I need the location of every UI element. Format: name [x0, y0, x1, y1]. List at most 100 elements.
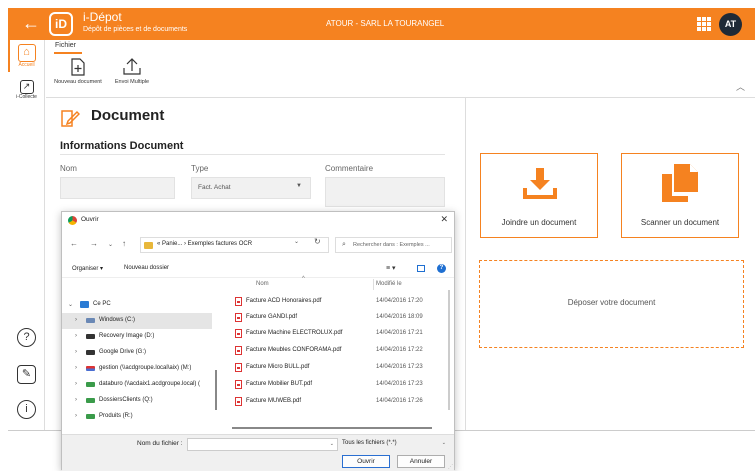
- dialog-footer: Nom du fichier : ⌄ Tous les fichiers (*.…: [62, 434, 454, 471]
- new-document-icon: [71, 58, 85, 76]
- column-separator[interactable]: [373, 279, 374, 290]
- rail-item-accueil[interactable]: ⌂ Accueil: [8, 44, 45, 68]
- nom-input[interactable]: [60, 177, 175, 199]
- page-title: Document: [91, 107, 165, 124]
- rail-item-label: i-Collecte: [16, 94, 37, 100]
- tree-item[interactable]: › Windows (C:): [62, 313, 212, 329]
- back-arrow-icon[interactable]: ←: [70, 239, 78, 248]
- file-row[interactable]: Facture MUWEB.pdf 14/04/2016 17:26: [228, 394, 448, 410]
- help-icon[interactable]: ?: [17, 328, 36, 347]
- chevron-right-icon: ›: [75, 333, 77, 339]
- grid-icon[interactable]: [697, 17, 711, 31]
- dialog-titlebar[interactable]: Ouvrir ✕: [62, 212, 454, 230]
- tree-item[interactable]: › DossiersClients (Q:): [62, 393, 212, 409]
- horizontal-scrollbar[interactable]: [232, 427, 432, 429]
- tree-item-label: Windows (C:): [99, 317, 136, 323]
- filename-label: Nom du fichier :: [137, 440, 183, 447]
- preview-pane-icon[interactable]: [417, 265, 425, 272]
- network-drive-icon: [86, 398, 95, 403]
- tab-fichier[interactable]: Fichier: [55, 42, 76, 49]
- close-icon[interactable]: ✕: [440, 214, 448, 225]
- envoi-multiple-button[interactable]: Envoi Multiple: [110, 58, 154, 85]
- info-icon[interactable]: i: [17, 400, 36, 419]
- filename-input[interactable]: ⌄: [187, 438, 338, 451]
- app-logo: iD: [49, 12, 73, 36]
- file-row[interactable]: Facture Mobilier BUT.pdf 14/04/2016 17:2…: [228, 377, 448, 393]
- commentaire-label: Commentaire: [325, 164, 374, 173]
- file-date: 14/04/2016 18:09: [376, 314, 423, 320]
- chevron-right-icon: ›: [75, 381, 77, 387]
- file-date: 14/04/2016 17:22: [376, 347, 423, 353]
- rail-item-icollecte[interactable]: ↗ i-Collecte: [8, 80, 45, 100]
- folder-tree: ⌄ Ce PC › Windows (C:) › Recovery Image …: [62, 280, 217, 432]
- avatar[interactable]: AT: [719, 13, 742, 36]
- tree-scrollbar[interactable]: [215, 370, 217, 410]
- chevron-right-icon: ›: [75, 365, 77, 371]
- forward-arrow-icon[interactable]: →: [90, 239, 98, 248]
- chevron-up-icon[interactable]: ︿: [736, 80, 745, 93]
- nom-label: Nom: [60, 164, 77, 173]
- file-name: Facture ACD Honoraires.pdf: [246, 298, 322, 304]
- chevron-down-icon[interactable]: ⌄: [108, 241, 113, 248]
- file-name: Facture MUWEB.pdf: [246, 398, 302, 404]
- file-row[interactable]: Facture Micro BULL.pdf 14/04/2016 17:23: [228, 360, 448, 376]
- file-name: Facture Meubles CONFORAMA.pdf: [246, 347, 342, 353]
- file-row[interactable]: Facture GANDI.pdf 14/04/2016 18:09: [228, 310, 448, 326]
- tree-item[interactable]: › Produits (R:): [62, 409, 212, 425]
- chevron-down-icon: ⌄: [441, 440, 446, 446]
- column-header-name[interactable]: Nom: [256, 281, 269, 287]
- tab-underline: [54, 52, 82, 54]
- commentaire-input[interactable]: [325, 177, 445, 207]
- tree-item[interactable]: › gestion (\\acdgroupe.local\aix) (M:): [62, 361, 212, 377]
- pdf-file-icon: [235, 297, 242, 306]
- organize-button[interactable]: Organiser ▾: [72, 265, 103, 272]
- tree-item[interactable]: › Recovery Image (D:): [62, 329, 212, 345]
- tree-item[interactable]: › databuro (\\acdaix1.acdgroupe.local) (: [62, 377, 212, 393]
- edit-document-icon: [61, 110, 80, 127]
- pc-icon: [80, 301, 89, 308]
- file-name: Facture Micro BULL.pdf: [246, 364, 310, 370]
- path-dropdown-icon[interactable]: ⌄: [294, 238, 299, 245]
- tree-item[interactable]: › Google Drive (G:): [62, 345, 212, 361]
- scan-document-button[interactable]: Scanner un document: [621, 153, 739, 238]
- resize-grip-icon[interactable]: ⋰: [448, 464, 453, 470]
- address-path: « Panie... › Exemples factures OCR: [157, 241, 253, 247]
- type-select[interactable]: Fact. Achat ▼: [191, 177, 311, 199]
- drop-zone[interactable]: Déposer votre document: [479, 260, 744, 348]
- file-row[interactable]: Facture Meubles CONFORAMA.pdf 14/04/2016…: [228, 343, 448, 359]
- file-list-scrollbar[interactable]: [448, 290, 450, 410]
- join-document-button[interactable]: Joindre un document: [480, 153, 598, 238]
- new-document-button[interactable]: Nouveau document: [50, 58, 106, 85]
- drive-icon: [86, 350, 95, 355]
- top-bar: ← iD i-Dépot Dépôt de pièces et de docum…: [8, 8, 755, 40]
- refresh-icon[interactable]: ↻: [314, 237, 321, 246]
- column-header-modified[interactable]: Modifié le: [376, 281, 402, 287]
- filetype-select[interactable]: Tous les fichiers (*.*) ⌄: [342, 438, 448, 451]
- pdf-file-icon: [235, 313, 242, 322]
- file-row[interactable]: Facture ACD Honoraires.pdf 14/04/2016 17…: [228, 294, 448, 310]
- open-button[interactable]: Ouvrir: [342, 455, 390, 468]
- left-rail: ⌂ Accueil ↗ i-Collecte ? ✎ i: [8, 40, 45, 430]
- tree-item-label: databuro (\\acdaix1.acdgroupe.local) (: [99, 381, 201, 387]
- address-bar[interactable]: « Panie... › Exemples factures OCR: [140, 237, 329, 253]
- arrow-left-icon[interactable]: ←: [22, 13, 40, 34]
- chevron-right-icon: ›: [75, 413, 77, 419]
- sort-up-icon: ^: [302, 276, 305, 282]
- new-folder-button[interactable]: Nouveau dossier: [124, 265, 169, 271]
- help-icon[interactable]: ?: [437, 264, 446, 273]
- search-input[interactable]: ⌕ Rechercher dans : Exemples ...: [335, 237, 452, 253]
- ribbon: Fichier Nouveau document Envoi Multiple …: [46, 40, 755, 98]
- chat-icon[interactable]: ✎: [17, 365, 36, 384]
- scan-document-label: Scanner un document: [640, 218, 720, 227]
- chrome-icon: [68, 216, 77, 225]
- chevron-right-icon: ›: [75, 349, 77, 355]
- tree-item[interactable]: ⌄ Ce PC: [62, 297, 212, 313]
- join-document-label: Joindre un document: [501, 218, 577, 227]
- view-options-icon[interactable]: ≡ ▾: [386, 264, 396, 272]
- file-row[interactable]: Facture Machine ELECTROLUX.pdf 14/04/201…: [228, 326, 448, 342]
- search-placeholder: Rechercher dans : Exemples ...: [353, 242, 430, 248]
- up-arrow-icon[interactable]: ↑: [122, 239, 126, 248]
- chevron-down-icon[interactable]: ⌄: [330, 441, 334, 447]
- chevron-down-icon: ⌄: [68, 302, 74, 308]
- cancel-button[interactable]: Annuler: [397, 455, 445, 468]
